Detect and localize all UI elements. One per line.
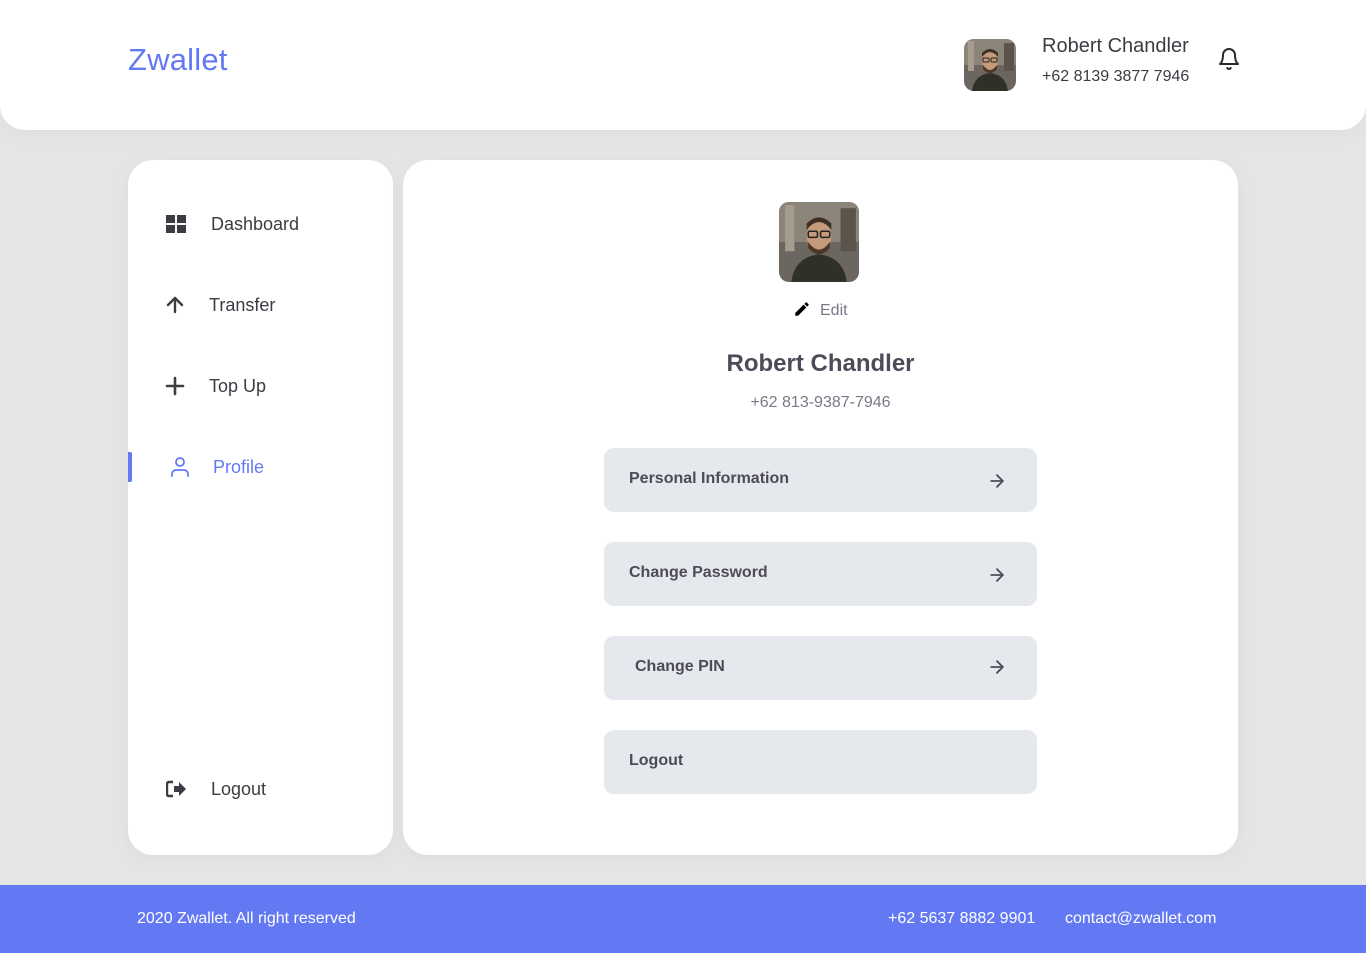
header-user-phone: +62 8139 3877 7946 [1042, 68, 1190, 85]
sidebar-item-label: Dashboard [211, 213, 300, 234]
user-photo-icon [964, 39, 1016, 91]
menu-label: Change PIN [635, 658, 725, 675]
grid-icon [164, 212, 188, 236]
logout-button[interactable]: Logout [604, 730, 1037, 794]
profile-panel: Edit Robert Chandler +62 813-9387-7946 P… [403, 160, 1238, 855]
menu-label: Personal Information [629, 470, 790, 487]
brand-logo[interactable]: Zwallet [128, 42, 228, 78]
menu-label: Change Password [629, 564, 768, 581]
edit-label: Edit [820, 302, 848, 319]
sidebar-item-label: Profile [213, 456, 265, 477]
change-pin-button[interactable]: Change PIN [604, 636, 1037, 700]
arrow-right-icon [987, 471, 1007, 491]
plus-icon [163, 374, 187, 398]
profile-name: Robert Chandler [726, 350, 915, 377]
arrow-up-icon [163, 293, 187, 317]
sidebar-item-label: Transfer [209, 294, 276, 315]
sidebar-item-profile[interactable]: Profile [128, 447, 393, 487]
sidebar-item-label: Top Up [209, 375, 267, 396]
footer: 2020 Zwallet. All right reserved +62 563… [0, 885, 1366, 953]
edit-profile-button[interactable]: Edit [793, 300, 848, 322]
footer-phone[interactable]: +62 5637 8882 9901 [888, 910, 1035, 928]
top-header: Zwallet Robert Chandler +62 8139 3877 79… [0, 0, 1366, 130]
bell-icon[interactable] [1217, 47, 1241, 71]
arrow-right-icon [987, 565, 1007, 585]
sidebar: Dashboard Transfer Top Up Profile Logout [128, 160, 393, 855]
arrow-right-icon [987, 657, 1007, 677]
personal-information-button[interactable]: Personal Information [604, 448, 1037, 512]
pencil-icon [793, 300, 811, 323]
sidebar-logout[interactable]: Logout [128, 769, 393, 809]
footer-email[interactable]: contact@zwallet.com [1065, 910, 1216, 928]
profile-avatar[interactable] [779, 202, 859, 282]
menu-label: Logout [629, 752, 684, 769]
active-indicator [128, 452, 132, 482]
change-password-button[interactable]: Change Password [604, 542, 1037, 606]
user-icon [168, 455, 192, 479]
logout-icon [164, 777, 188, 801]
footer-copyright: 2020 Zwallet. All right reserved [137, 910, 356, 927]
header-user-name: Robert Chandler [1042, 35, 1189, 57]
sidebar-logout-label: Logout [211, 778, 267, 799]
header-avatar[interactable] [964, 39, 1016, 91]
profile-phone: +62 813-9387-7946 [750, 394, 891, 411]
sidebar-item-topup[interactable]: Top Up [128, 366, 393, 406]
sidebar-item-dashboard[interactable]: Dashboard [128, 204, 393, 244]
user-photo-icon [779, 202, 859, 282]
sidebar-item-transfer[interactable]: Transfer [128, 285, 393, 325]
